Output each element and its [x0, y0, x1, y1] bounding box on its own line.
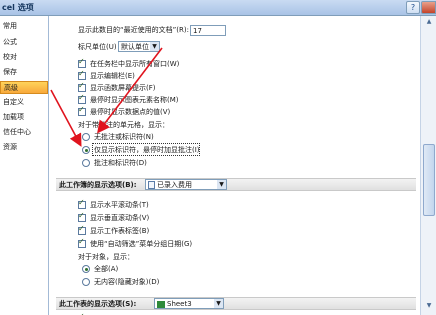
- sidebar-item-save[interactable]: 保存: [0, 66, 48, 79]
- sidebar-item-formulas[interactable]: 公式: [0, 36, 48, 49]
- radio-hide-objects[interactable]: [82, 278, 90, 286]
- radio-show-all-objects[interactable]: [82, 265, 90, 273]
- ruler-units-value: 默认单位: [121, 43, 149, 51]
- checkbox-group-dates[interactable]: [78, 237, 86, 248]
- vertical-scrollbar[interactable]: ▲ ▼: [420, 16, 436, 315]
- sidebar-item-general[interactable]: 常用: [0, 20, 48, 33]
- chevron-down-icon: ▼: [150, 42, 159, 51]
- title-bar: cel 选项 ?: [0, 0, 436, 16]
- label-no-comments: 无批注或标识符(N): [94, 133, 154, 141]
- label-comments-and-indicators: 批注和标识符(D): [94, 159, 147, 167]
- workbook-select[interactable]: 已录入费用 ▼: [145, 179, 227, 190]
- radio-comments-and-indicators[interactable]: [82, 159, 90, 167]
- workbook-options-header: 此工作簿的显示选项(B):: [56, 178, 416, 191]
- window-title: cel 选项: [2, 3, 34, 12]
- sheet-options-title: 此工作表的显示选项(S):: [59, 300, 137, 308]
- radio-no-comments[interactable]: [82, 133, 90, 141]
- radio-indicators-only[interactable]: [82, 146, 90, 154]
- sidebar-item-advanced[interactable]: 高级: [0, 81, 48, 94]
- recent-docs-label: 显示此数目的“最近使用的文档”(R):: [78, 26, 189, 34]
- sheet-icon: [157, 300, 165, 308]
- comments-heading: 对于带批注的单元格，显示：: [78, 121, 169, 129]
- sheet-select[interactable]: Sheet3 ▼: [154, 298, 224, 309]
- checkbox-sheet-tabs[interactable]: [78, 224, 86, 235]
- checkbox-chart-element-names[interactable]: [78, 93, 86, 104]
- label-formula-bar: 显示编辑栏(E): [90, 72, 135, 80]
- label-hide-objects: 无内容(隐藏对象)(D): [94, 278, 160, 286]
- checkbox-vertical-scrollbar[interactable]: [78, 211, 86, 222]
- workbook-select-value: 已录入费用: [157, 181, 192, 189]
- sheet-options-header: 此工作表的显示选项(S):: [56, 297, 416, 310]
- label-sheet-tabs: 显示工作表标签(B): [90, 227, 150, 235]
- checkbox-function-tips[interactable]: [78, 81, 86, 92]
- options-panel: 显示此数目的“最近使用的文档”(R): 17 标尺单位(U) 默认单位 ▼ 在任…: [50, 16, 420, 315]
- objects-heading: 对于对象，显示：: [78, 253, 134, 261]
- ruler-units-select[interactable]: 默认单位 ▼: [118, 41, 160, 52]
- label-data-point-values: 悬停时显示数据点的值(V): [90, 108, 171, 116]
- sidebar-item-customize[interactable]: 自定义: [0, 96, 48, 109]
- label-indicators-only: 仅显示标识符，悬停时加显批注(I): [94, 146, 200, 154]
- chevron-down-icon: ▼: [217, 180, 226, 189]
- help-button[interactable]: ?: [406, 1, 420, 14]
- label-group-dates: 使用“自动筛选”菜单分组日期(G): [90, 240, 193, 248]
- checkbox-formula-bar[interactable]: [78, 69, 86, 80]
- label-show-all-objects: 全部(A): [94, 265, 119, 273]
- workbook-options-title: 此工作簿的显示选项(B):: [59, 181, 137, 189]
- sidebar-nav: 常用 公式 校对 保存 高级 自定义 加载项 信任中心 资源: [0, 16, 49, 315]
- sidebar-item-proofing[interactable]: 校对: [0, 51, 48, 64]
- scroll-down-icon[interactable]: ▼: [423, 302, 435, 312]
- scroll-up-icon[interactable]: ▲: [423, 18, 435, 28]
- chevron-down-icon: ▼: [214, 299, 223, 308]
- checkbox-data-point-values[interactable]: [78, 105, 86, 116]
- label-horizontal-scrollbar: 显示水平滚动条(T): [90, 201, 149, 209]
- checkbox-horizontal-scrollbar[interactable]: [78, 198, 86, 209]
- sidebar-item-resources[interactable]: 资源: [0, 141, 48, 154]
- close-button[interactable]: [421, 1, 436, 14]
- sidebar-item-trust-center[interactable]: 信任中心: [0, 126, 48, 139]
- sidebar-item-addins[interactable]: 加载项: [0, 111, 48, 124]
- recent-docs-spinner[interactable]: 17: [190, 25, 226, 36]
- label-function-tips: 显示函数屏幕提示(F): [90, 84, 156, 92]
- label-taskbar-windows: 在任务栏中显示所有窗口(W): [90, 60, 180, 68]
- recent-docs-value: 17: [193, 27, 202, 35]
- label-vertical-scrollbar: 显示垂直滚动条(V): [90, 214, 150, 222]
- workbook-icon: [148, 181, 155, 189]
- scrollbar-thumb[interactable]: [423, 144, 435, 216]
- checkbox-taskbar-windows[interactable]: [78, 57, 86, 68]
- label-chart-element-names: 悬停时显示图表元素名称(M): [90, 96, 179, 104]
- sheet-select-value: Sheet3: [167, 300, 192, 308]
- ruler-units-label: 标尺单位(U): [78, 43, 117, 51]
